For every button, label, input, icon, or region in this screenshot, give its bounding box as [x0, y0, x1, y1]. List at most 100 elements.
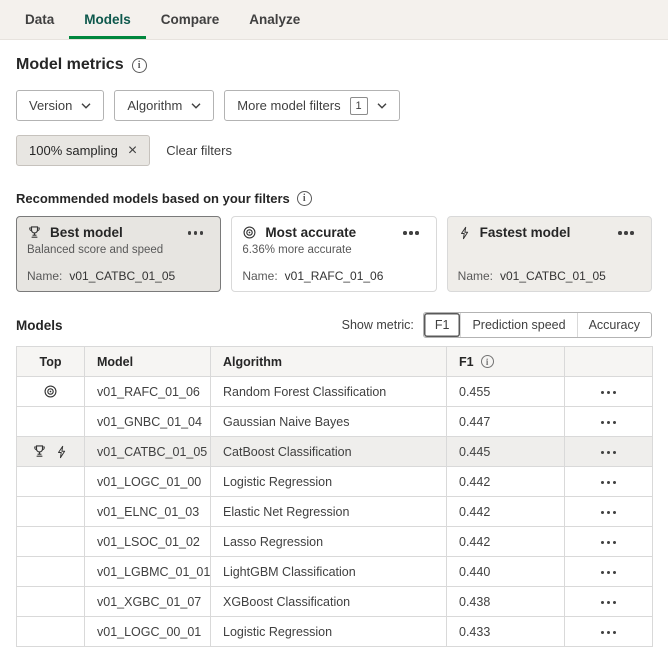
row-menu-button[interactable]	[594, 415, 624, 431]
more-menu-icon	[607, 631, 611, 635]
row-menu-button[interactable]	[594, 595, 624, 611]
f1-cell: 0.438	[447, 587, 565, 617]
algorithm-cell: Random Forest Classification	[211, 377, 447, 407]
more-menu-icon	[409, 231, 413, 235]
algorithm-filter-dropdown[interactable]: Algorithm	[114, 90, 214, 121]
more-filters-label: More model filters	[237, 98, 340, 113]
model-name-cell: v01_RAFC_01_06	[85, 377, 211, 407]
row-menu-button[interactable]	[594, 445, 624, 461]
models-table: Top Model Algorithm F1 i v01_RAFC_01_06 R…	[16, 346, 653, 647]
more-model-filters-dropdown[interactable]: More model filters 1	[224, 90, 399, 121]
more-menu-icon	[624, 231, 628, 235]
f1-cell: 0.442	[447, 497, 565, 527]
version-filter-dropdown[interactable]: Version	[16, 90, 104, 121]
most-accurate-card-title: Most accurate	[265, 225, 356, 240]
trophy-icon	[27, 225, 42, 240]
f1-cell: 0.442	[447, 467, 565, 497]
models-heading: Models	[16, 318, 63, 333]
row-menu-button[interactable]	[594, 505, 624, 521]
f1-cell: 0.433	[447, 617, 565, 647]
f1-cell: 0.442	[447, 527, 565, 557]
tab-analyze[interactable]: Analyze	[234, 0, 315, 39]
tab-compare[interactable]: Compare	[146, 0, 235, 39]
table-row[interactable]: v01_ELNC_01_03 Elastic Net Regression 0.…	[17, 497, 653, 527]
table-row[interactable]: v01_GNBC_01_04 Gaussian Naive Bayes 0.44…	[17, 407, 653, 437]
best-model-card-title: Best model	[50, 225, 123, 240]
fastest-model-card-subtitle	[458, 244, 641, 257]
table-row[interactable]: v01_LSOC_01_02 Lasso Regression 0.442	[17, 527, 653, 557]
most-accurate-card-menu-button[interactable]	[396, 225, 426, 241]
row-menu-button[interactable]	[594, 535, 624, 551]
model-name-cell: v01_ELNC_01_03	[85, 497, 211, 527]
algorithm-cell: CatBoost Classification	[211, 437, 447, 467]
tab-data-label: Data	[25, 12, 54, 27]
row-menu-button[interactable]	[594, 385, 624, 401]
column-header-algorithm: Algorithm	[211, 347, 447, 377]
model-name-cell: v01_CATBC_01_05	[85, 437, 211, 467]
more-menu-icon	[607, 511, 611, 515]
row-menu-button[interactable]	[594, 625, 624, 641]
algorithm-cell: XGBoost Classification	[211, 587, 447, 617]
more-menu-icon	[194, 231, 198, 235]
algorithm-cell: Lasso Regression	[211, 527, 447, 557]
best-model-card-menu-button[interactable]	[181, 225, 211, 241]
metric-segment-prediction-speed[interactable]: Prediction speed	[460, 313, 576, 337]
model-name-label: Name:	[27, 269, 62, 283]
model-name-cell: v01_XGBC_01_07	[85, 587, 211, 617]
column-header-actions	[565, 347, 653, 377]
active-filter-count-badge: 1	[350, 97, 368, 115]
fastest-model-card[interactable]: Fastest model Name: v01_CATBC_01_05	[447, 216, 652, 292]
more-menu-icon	[607, 421, 611, 425]
metric-segment-accuracy[interactable]: Accuracy	[577, 313, 651, 337]
f1-header-label: F1	[459, 355, 474, 369]
model-name-cell: v01_LOGC_00_01	[85, 617, 211, 647]
bolt-icon	[55, 445, 69, 459]
chevron-down-icon	[81, 103, 91, 109]
metric-segment-f1[interactable]: F1	[424, 313, 461, 337]
show-metric-label: Show metric:	[342, 318, 414, 332]
tab-models[interactable]: Models	[69, 0, 146, 39]
best-model-card[interactable]: Best model Balanced score and speed Name…	[16, 216, 221, 292]
model-name-cell: v01_LOGC_01_00	[85, 467, 211, 497]
row-menu-button[interactable]	[594, 475, 624, 491]
most-accurate-card[interactable]: Most accurate 6.36% more accurate Name: …	[231, 216, 436, 292]
f1-cell: 0.455	[447, 377, 565, 407]
algorithm-cell: Gaussian Naive Bayes	[211, 407, 447, 437]
fastest-model-card-menu-button[interactable]	[611, 225, 641, 241]
table-row[interactable]: v01_LOGC_01_00 Logistic Regression 0.442	[17, 467, 653, 497]
table-row[interactable]: v01_RAFC_01_06 Random Forest Classificat…	[17, 377, 653, 407]
most-accurate-card-subtitle: 6.36% more accurate	[242, 244, 425, 257]
tab-data[interactable]: Data	[10, 0, 69, 39]
algorithm-cell: LightGBM Classification	[211, 557, 447, 587]
main-content: Model metrics i Version Algorithm More m…	[0, 54, 668, 647]
recommended-info-icon[interactable]: i	[297, 191, 312, 206]
sampling-filter-chip[interactable]: 100% sampling ×	[16, 135, 150, 166]
model-metrics-info-icon[interactable]: i	[132, 58, 147, 73]
table-row[interactable]: v01_XGBC_01_07 XGBoost Classification 0.…	[17, 587, 653, 617]
algorithm-cell: Logistic Regression	[211, 617, 447, 647]
metric-segmented-control: F1 Prediction speed Accuracy	[423, 312, 652, 338]
f1-cell: 0.440	[447, 557, 565, 587]
filter-dropdowns-row: Version Algorithm More model filters 1	[16, 90, 652, 121]
more-menu-icon	[607, 571, 611, 575]
tab-bar: Data Models Compare Analyze	[0, 0, 668, 40]
f1-info-icon[interactable]: i	[481, 355, 494, 368]
model-name-value: v01_CATBC_01_05	[500, 269, 606, 283]
column-header-model: Model	[85, 347, 211, 377]
model-name-value: v01_RAFC_01_06	[285, 269, 384, 283]
active-filters-row: 100% sampling × Clear filters	[16, 135, 652, 166]
table-row[interactable]: v01_LGBMC_01_01 LightGBM Classification …	[17, 557, 653, 587]
clear-filters-button[interactable]: Clear filters	[166, 143, 232, 158]
close-icon[interactable]: ×	[128, 143, 137, 159]
algorithm-cell: Elastic Net Regression	[211, 497, 447, 527]
model-name-label: Name:	[242, 269, 277, 283]
page-title: Model metrics	[16, 56, 124, 74]
table-row[interactable]: v01_LOGC_00_01 Logistic Regression 0.433	[17, 617, 653, 647]
more-menu-icon	[607, 451, 611, 455]
row-menu-button[interactable]	[594, 565, 624, 581]
column-header-top: Top	[17, 347, 85, 377]
table-row[interactable]: v01_CATBC_01_05 CatBoost Classification …	[17, 437, 653, 467]
target-icon	[242, 225, 257, 240]
bolt-icon	[458, 226, 472, 240]
model-name-cell: v01_GNBC_01_04	[85, 407, 211, 437]
